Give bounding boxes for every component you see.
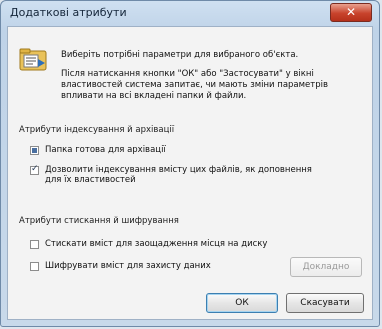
encrypt-checkbox-label: Шифрувати вміст для захисту даних [45, 261, 211, 271]
folder-properties-icon [19, 48, 47, 71]
index-checkbox-label: Дозволити індексування вмісту цих файлів… [45, 165, 312, 185]
close-button[interactable]: ✕ [330, 3, 372, 22]
intro-text: Виберіть потрібні параметри для вибраног… [61, 50, 361, 102]
window-title: Додаткові атрибути [10, 6, 127, 19]
index-checkbox-row[interactable]: Дозволити індексування вмісту цих файлів… [30, 164, 330, 185]
details-button[interactable]: Докладно [290, 257, 362, 277]
ok-button[interactable]: ОК [206, 293, 278, 313]
dialog-window: Додаткові атрибути ✕ Виберіть потрібні п… [0, 0, 380, 327]
compress-checkbox-label: Стискати вміст для заощадження місця на … [45, 239, 268, 249]
index-checkbox[interactable] [30, 164, 39, 175]
cancel-button[interactable]: Скасувати [286, 293, 364, 313]
compress-checkbox[interactable] [30, 240, 39, 249]
archive-checkbox[interactable] [30, 146, 39, 155]
archive-checkbox-label: Папка готова для архівації [45, 145, 166, 155]
archive-checkbox-row[interactable]: Папка готова для архівації [30, 145, 166, 155]
encrypt-checkbox[interactable] [30, 262, 39, 271]
index-group-label: Атрибути індексування й архівації [19, 125, 175, 135]
intro-line-1: Виберіть потрібні параметри для вибраног… [61, 50, 299, 60]
compress-checkbox-row[interactable]: Стискати вміст для заощадження місця на … [30, 239, 267, 249]
encrypt-checkbox-row[interactable]: Шифрувати вміст для захисту даних [30, 261, 211, 271]
intro-line-2: Після натискання кнопки "ОК" або "Застос… [61, 69, 328, 101]
compress-group-label: Атрибути стискання й шифрування [19, 216, 179, 226]
dialog-client-area: Виберіть потрібні параметри для вибраног… [7, 26, 373, 320]
title-bar[interactable]: Додаткові атрибути ✕ [1, 1, 379, 25]
